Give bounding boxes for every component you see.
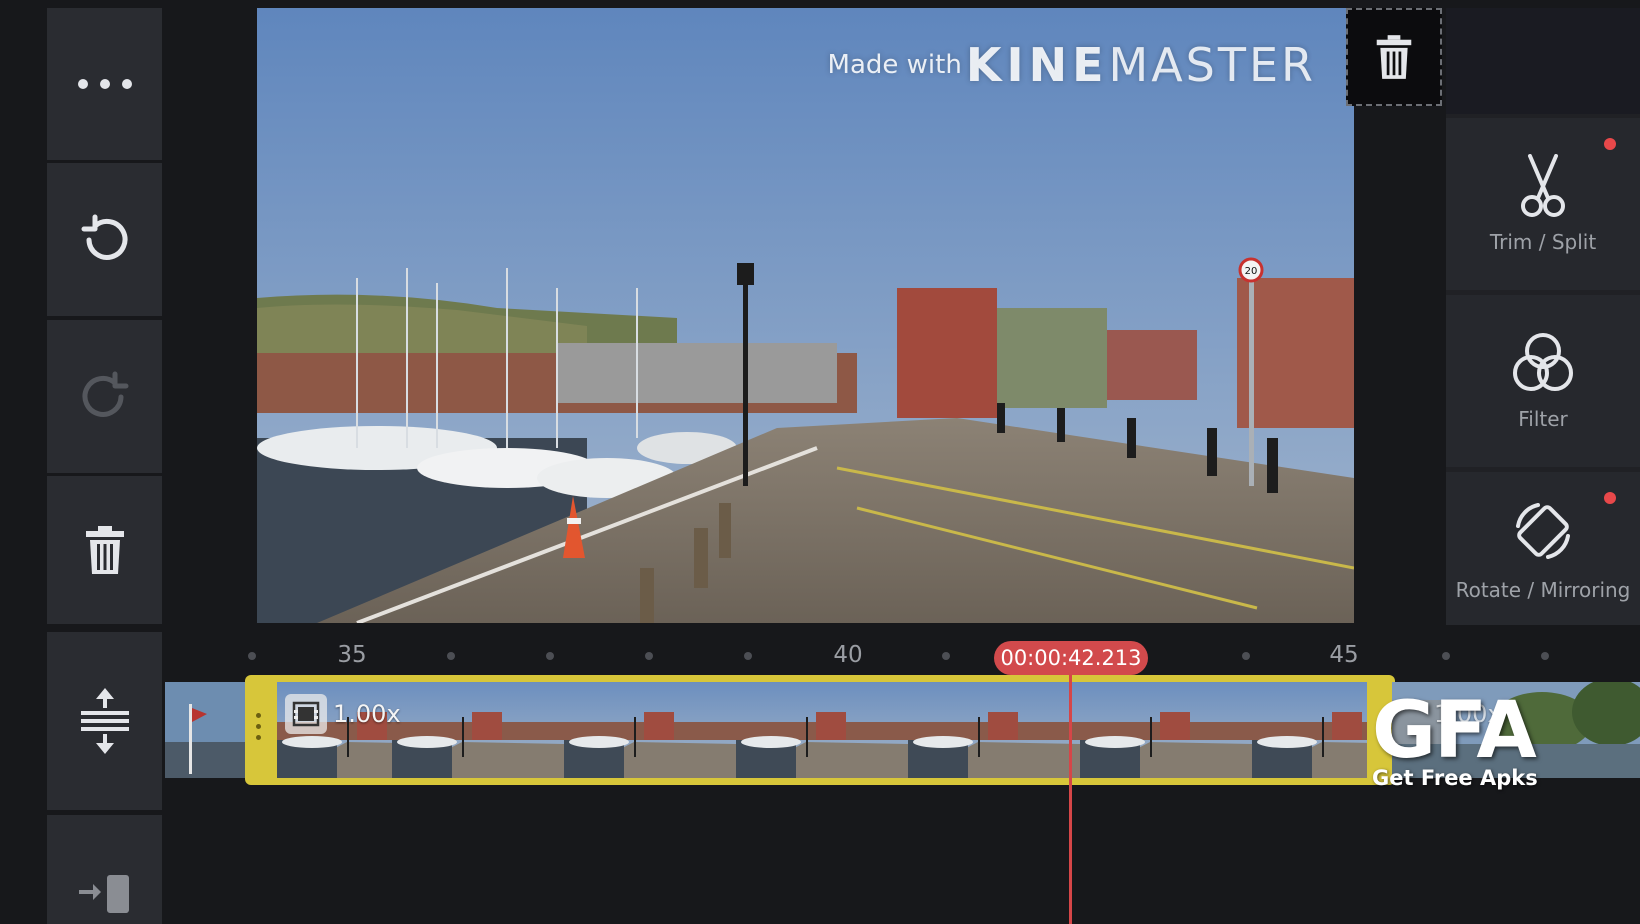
speed-limit-sign: 20 [1245, 266, 1258, 277]
filter-circles-icon [1513, 333, 1573, 391]
watermark-brand-bold: KINE [965, 38, 1109, 92]
jump-to-end-icon [78, 874, 129, 913]
ruler-label: 35 [337, 642, 367, 668]
expand-vertical-icon [80, 688, 129, 754]
clip-options-panel: Trim / Split Filter Rotate / Mirroring [1446, 8, 1640, 625]
rotate-mirroring-button[interactable]: Rotate / Mirroring [1446, 472, 1640, 625]
kinemaster-watermark: Made withKINEMASTER [828, 38, 1316, 92]
ruler-tick [447, 652, 455, 660]
ruler-tick [248, 652, 256, 660]
ruler-tick [1242, 652, 1250, 660]
gfa-logo-subtext: Get Free Apks [1372, 766, 1538, 790]
notification-dot [1604, 492, 1616, 504]
scissors-icon [1521, 154, 1565, 217]
clip-trim-handle[interactable] [256, 713, 262, 746]
selected-clip[interactable]: 1.00x [245, 675, 1395, 785]
ruler-tick [1541, 652, 1549, 660]
filter-button[interactable]: Filter [1446, 295, 1640, 467]
undo-icon [81, 214, 127, 260]
previous-clip[interactable] [165, 682, 245, 778]
notification-dot [1604, 138, 1616, 150]
ruler-tick [1442, 652, 1450, 660]
trim-split-label: Trim / Split [1489, 230, 1597, 254]
ruler-tick [744, 652, 752, 660]
expand-timeline-button[interactable] [47, 632, 162, 810]
filter-label: Filter [1518, 407, 1568, 431]
gfa-logo-text: GFA [1372, 686, 1537, 776]
trash-icon [85, 526, 124, 574]
watermark-brand-light: MASTER [1108, 38, 1316, 92]
preview-frame-image: 20 [257, 8, 1354, 623]
rotate-icon [1516, 502, 1570, 559]
redo-button[interactable] [47, 320, 162, 473]
redo-icon [82, 371, 128, 417]
clip-thumbnails: 1.00x [277, 682, 1367, 778]
clip-filmstrip [277, 682, 1367, 778]
video-preview[interactable]: 20 Made withKINEMASTER [257, 8, 1354, 623]
panel-header [1446, 8, 1640, 114]
delete-button[interactable] [47, 476, 162, 624]
ellipsis-icon [77, 79, 132, 89]
trim-split-button[interactable]: Trim / Split [1446, 118, 1640, 290]
delete-layer-button[interactable] [1346, 8, 1442, 106]
current-time-badge: 00:00:42.213 [994, 641, 1148, 675]
ruler-tick [942, 652, 950, 660]
gfa-logo: GFA Get Free Apks [1372, 692, 1562, 792]
ruler-tick [645, 652, 653, 660]
ruler-label: 40 [833, 642, 863, 668]
ruler-tick [546, 652, 554, 660]
clip-speed-label: 1.00x [333, 700, 401, 728]
undo-button[interactable] [47, 163, 162, 316]
clip-thumbnail [165, 682, 245, 778]
jump-to-end-button[interactable] [47, 815, 162, 924]
rotate-mirroring-label: Rotate / Mirroring [1455, 577, 1631, 602]
ruler-label: 45 [1329, 642, 1359, 668]
playhead[interactable] [1069, 675, 1072, 924]
trash-icon [1376, 35, 1412, 79]
watermark-prefix: Made with [827, 50, 962, 80]
timeline-ruler[interactable]: 35 40 45 [164, 630, 1640, 676]
film-speed-icon [285, 694, 327, 734]
more-button[interactable] [47, 8, 162, 160]
